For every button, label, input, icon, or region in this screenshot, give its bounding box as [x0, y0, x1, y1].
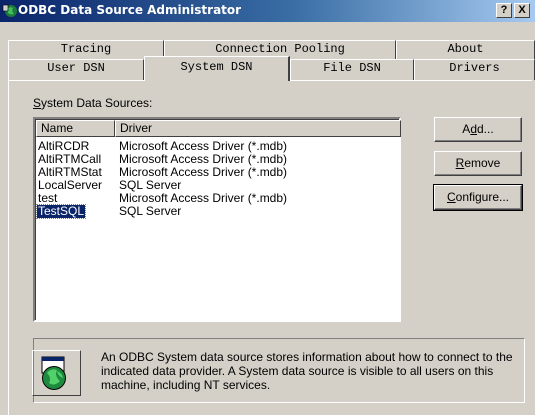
label-text: ystem Data Sources: — [41, 96, 153, 110]
tab-file-dsn[interactable]: File DSN — [290, 59, 414, 80]
tab-system-dsn[interactable]: System DSN — [144, 56, 290, 81]
add-label-post: d... — [477, 122, 494, 136]
close-button[interactable]: X — [514, 3, 530, 18]
column-header-driver[interactable]: Driver — [115, 120, 401, 137]
configure-label-post: onfigure... — [455, 190, 510, 204]
tab-drivers[interactable]: Drivers — [414, 59, 535, 80]
configure-button[interactable]: Configure... — [433, 184, 523, 211]
add-button[interactable]: Add... — [434, 117, 522, 142]
dsn-name: TestSQL — [35, 204, 87, 219]
odbc-app-icon — [2, 4, 17, 17]
column-header-name[interactable]: Name — [36, 120, 115, 137]
add-label-mnemonic: d — [470, 122, 477, 136]
help-button[interactable]: ? — [496, 3, 512, 18]
window-title: ODBC Data Source Administrator — [18, 3, 242, 17]
remove-label-post: emove — [464, 156, 501, 170]
tab-user-dsn[interactable]: User DSN — [8, 59, 144, 80]
info-description: An ODBC System data source stores inform… — [101, 350, 513, 392]
dsn-driver: SQL Server — [119, 204, 182, 218]
database-globe-icon — [41, 356, 66, 390]
data-sources-list[interactable]: Name Driver AltiRCDR Microsoft Access Dr… — [33, 117, 401, 322]
remove-label-mnemonic: R — [455, 156, 465, 170]
label-mnemonic: S — [33, 96, 42, 110]
tab-tracing[interactable]: Tracing — [8, 40, 164, 59]
title-bar[interactable]: ODBC Data Source Administrator ? X — [0, 0, 535, 22]
info-icon-frame — [32, 350, 81, 396]
configure-label-mnemonic: C — [446, 190, 456, 204]
tab-about[interactable]: About — [396, 40, 535, 59]
system-data-sources-label: System Data Sources: — [33, 96, 152, 110]
remove-button[interactable]: Remove — [434, 151, 522, 176]
